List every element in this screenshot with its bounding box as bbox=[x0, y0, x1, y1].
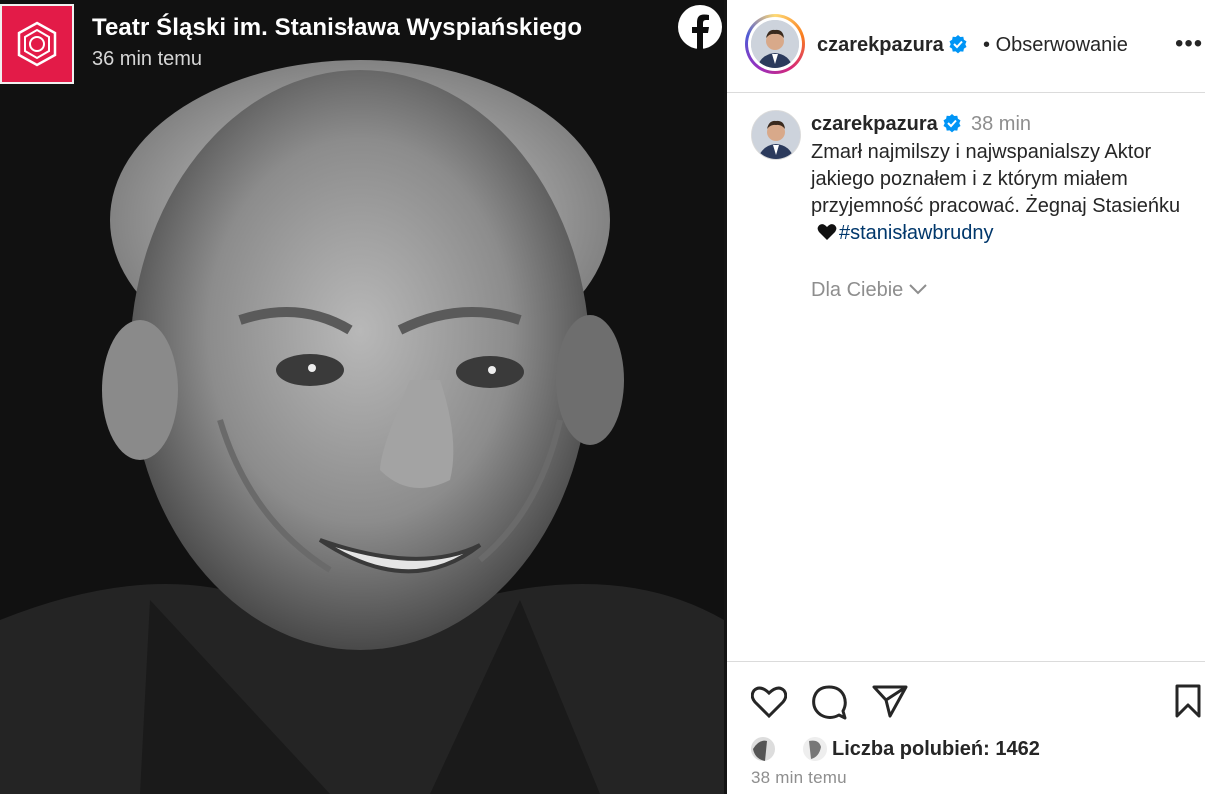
facebook-page-name[interactable]: Teatr Śląski im. Stanisława Wyspiańskieg… bbox=[92, 14, 582, 42]
theatre-logo[interactable] bbox=[0, 4, 74, 84]
story-avatar[interactable] bbox=[745, 14, 805, 74]
action-bar: Liczba polubień: 1462 38 min temu bbox=[727, 661, 1205, 795]
more-icon[interactable]: ••• bbox=[1175, 30, 1203, 58]
likes-count[interactable]: Liczba polubień: 1462 bbox=[832, 738, 1040, 761]
comment-avatar[interactable] bbox=[751, 110, 801, 160]
verified-badge-icon bbox=[943, 114, 961, 133]
avatar bbox=[751, 20, 799, 68]
comment-icon[interactable] bbox=[811, 684, 847, 720]
portrait-photo bbox=[0, 0, 724, 794]
follow-button[interactable]: • Obserwowanie bbox=[983, 34, 1128, 57]
like-heart-icon[interactable] bbox=[751, 685, 787, 719]
header-username[interactable]: czarekpazura bbox=[817, 34, 968, 57]
hashtag-link[interactable]: #stanisławbrudny bbox=[839, 222, 994, 244]
chevron-down-icon bbox=[909, 284, 927, 295]
theatre-logo-icon bbox=[17, 21, 57, 67]
comment-username[interactable]: czarekpazura bbox=[811, 113, 962, 136]
post-time[interactable]: 38 min temu bbox=[751, 768, 847, 788]
verified-badge-icon bbox=[949, 35, 967, 54]
liker-avatars[interactable] bbox=[749, 735, 827, 763]
instagram-panel: czarekpazura • Obserwowanie ••• czarekpa… bbox=[727, 0, 1205, 794]
facebook-post-image: Teatr Śląski im. Stanisława Wyspiańskieg… bbox=[0, 0, 724, 794]
caption: Zmarł najmilszy i najwspanialszy Aktor j… bbox=[811, 139, 1183, 247]
facebook-icon[interactable] bbox=[677, 4, 723, 50]
black-heart-icon bbox=[817, 224, 837, 240]
facebook-post-time: 36 min temu bbox=[92, 48, 203, 70]
caption-text: Zmarł najmilszy i najwspanialszy Aktor j… bbox=[811, 141, 1181, 217]
save-bookmark-icon[interactable] bbox=[1174, 684, 1202, 718]
comment-time[interactable]: 38 min bbox=[971, 113, 1031, 136]
post-header: czarekpazura • Obserwowanie ••• bbox=[727, 0, 1205, 93]
share-icon[interactable] bbox=[872, 684, 908, 718]
translation-toggle[interactable]: Dla Ciebie bbox=[811, 279, 927, 302]
